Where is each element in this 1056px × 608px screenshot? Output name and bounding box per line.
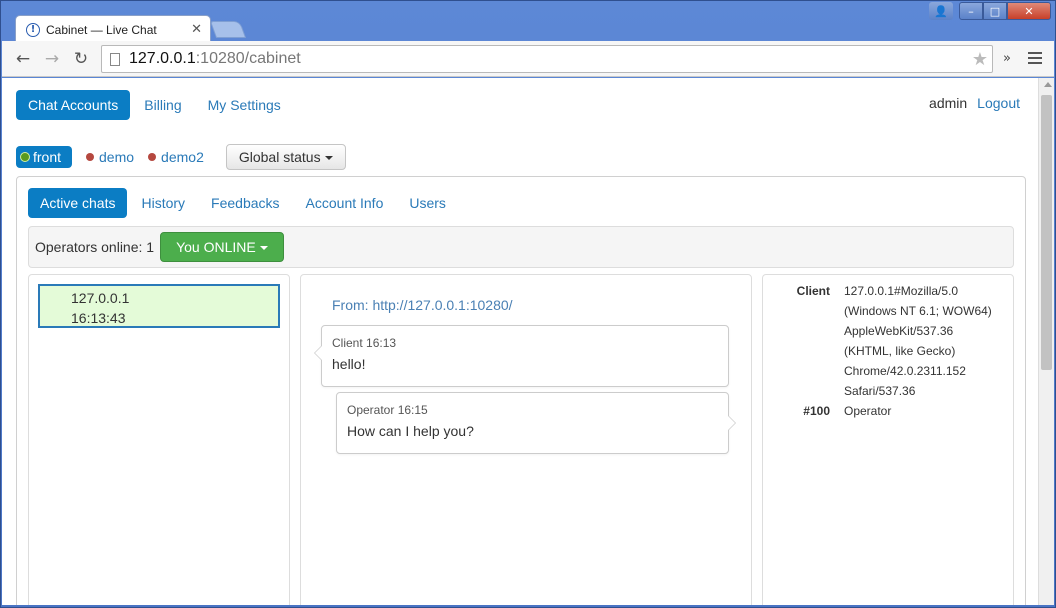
- account-demo2[interactable]: demo2: [148, 149, 204, 165]
- sub-tabs: Active chats History Feedbacks Account I…: [28, 188, 460, 218]
- global-status-label: Global status: [238, 149, 321, 165]
- address-bar[interactable]: 127.0.0.1:10280/cabinet ★: [101, 45, 993, 73]
- my-status-label: You ONLINE: [176, 239, 256, 255]
- account-demo[interactable]: demo: [86, 149, 134, 165]
- page-icon: [110, 52, 120, 66]
- conversation-source[interactable]: From: http://127.0.0.1:10280/: [332, 297, 513, 313]
- browser-toolbar: ← → ↻ 127.0.0.1:10280/cabinet ★ »: [2, 41, 1054, 77]
- info-value: Operator: [844, 404, 892, 418]
- caret-down-icon: [259, 246, 268, 251]
- conversation: From: http://127.0.0.1:10280/ Client 16:…: [300, 274, 752, 605]
- tab-title: Cabinet — Live Chat: [46, 22, 157, 37]
- info-key: Client: [796, 284, 830, 298]
- username: admin: [929, 95, 968, 111]
- info-icon: !: [26, 22, 40, 37]
- tab-active-chats[interactable]: Active chats: [28, 188, 128, 218]
- top-navigation: Chat Accounts Billing My Settings: [16, 90, 295, 120]
- extensions-chevron-icon[interactable]: »: [1003, 51, 1011, 66]
- page-viewport: Chat Accounts Billing My Settings admin …: [2, 78, 1038, 605]
- reload-icon[interactable]: ↻: [71, 49, 91, 69]
- maximize-icon[interactable]: □: [983, 2, 1007, 20]
- close-window-icon[interactable]: ✕: [1007, 2, 1051, 20]
- chat-list-item[interactable]: 127.0.0.1 16:13:43: [38, 284, 280, 328]
- account-front[interactable]: front: [16, 146, 73, 168]
- client-message: Client 16:13 hello!: [314, 325, 729, 387]
- forward-arrow-icon[interactable]: →: [42, 49, 62, 69]
- bookmark-star-icon[interactable]: ★: [972, 49, 988, 70]
- message-text: hello!: [332, 356, 366, 372]
- info-key: #100: [803, 404, 830, 418]
- message-text: How can I help you?: [347, 423, 474, 439]
- online-status-dot: [20, 152, 30, 162]
- menu-icon[interactable]: [1028, 52, 1042, 67]
- global-status-dropdown[interactable]: Global status: [225, 144, 346, 170]
- logout-link[interactable]: Logout: [977, 95, 1020, 111]
- tab-account-info[interactable]: Account Info: [294, 188, 396, 218]
- account-panel: Active chats History Feedbacks Account I…: [16, 176, 1026, 605]
- minimize-icon[interactable]: –: [959, 2, 983, 20]
- scroll-up-arrow-icon[interactable]: [1044, 82, 1052, 87]
- account-switcher: front demo demo2 Global status: [16, 144, 346, 170]
- tab-history[interactable]: History: [129, 188, 197, 218]
- back-arrow-icon[interactable]: ←: [13, 49, 33, 69]
- url-host: 127.0.0.1: [129, 50, 196, 67]
- account-label: demo2: [161, 149, 204, 165]
- offline-status-dot: [86, 153, 95, 161]
- operators-bar: Operators online: 1 You ONLINE: [28, 226, 1014, 268]
- tab-close-icon[interactable]: ✕: [191, 22, 202, 37]
- info-row: #100 Operator: [763, 401, 1015, 421]
- tab-feedbacks[interactable]: Feedbacks: [199, 188, 291, 218]
- chat-time: 16:13:43: [71, 310, 126, 326]
- nav-chat-accounts[interactable]: Chat Accounts: [16, 90, 131, 120]
- account-label: demo: [99, 149, 135, 165]
- scroll-thumb[interactable]: [1041, 95, 1052, 370]
- caret-down-icon: [324, 156, 333, 161]
- account-label: front: [33, 149, 62, 165]
- browser-window: ! Cabinet — Live Chat ✕ 👤 – □ ✕ ← → ↻ 12…: [0, 0, 1056, 608]
- client-info: Client 127.0.0.1#Mozilla/5.0 (Windows NT…: [763, 281, 1015, 421]
- operators-online-label: Operators online: 1: [35, 239, 155, 255]
- tab-users[interactable]: Users: [397, 188, 458, 218]
- nav-my-settings[interactable]: My Settings: [196, 90, 293, 120]
- new-tab-button[interactable]: [209, 21, 247, 38]
- my-status-dropdown[interactable]: You ONLINE: [160, 232, 284, 262]
- tab-strip: ! Cabinet — Live Chat ✕ 👤 – □ ✕: [1, 1, 1055, 43]
- vertical-scrollbar[interactable]: [1038, 78, 1054, 605]
- chat-ip: 127.0.0.1: [71, 290, 130, 306]
- url-path: :10280/cabinet: [195, 50, 301, 67]
- info-value: 127.0.0.1#Mozilla/5.0 (Windows NT 6.1; W…: [844, 284, 992, 398]
- user-box: admin Logout: [929, 95, 1020, 111]
- message-meta: Client 16:13: [332, 336, 397, 350]
- info-row: Client 127.0.0.1#Mozilla/5.0 (Windows NT…: [763, 281, 1015, 401]
- message-meta: Operator 16:15: [347, 403, 428, 417]
- chat-list: 127.0.0.1 16:13:43: [28, 274, 290, 605]
- client-info-panel: Client 127.0.0.1#Mozilla/5.0 (Windows NT…: [762, 274, 1014, 605]
- operator-message: Operator 16:15 How can I help you?: [336, 392, 736, 454]
- nav-billing[interactable]: Billing: [132, 90, 193, 120]
- offline-status-dot: [148, 153, 157, 161]
